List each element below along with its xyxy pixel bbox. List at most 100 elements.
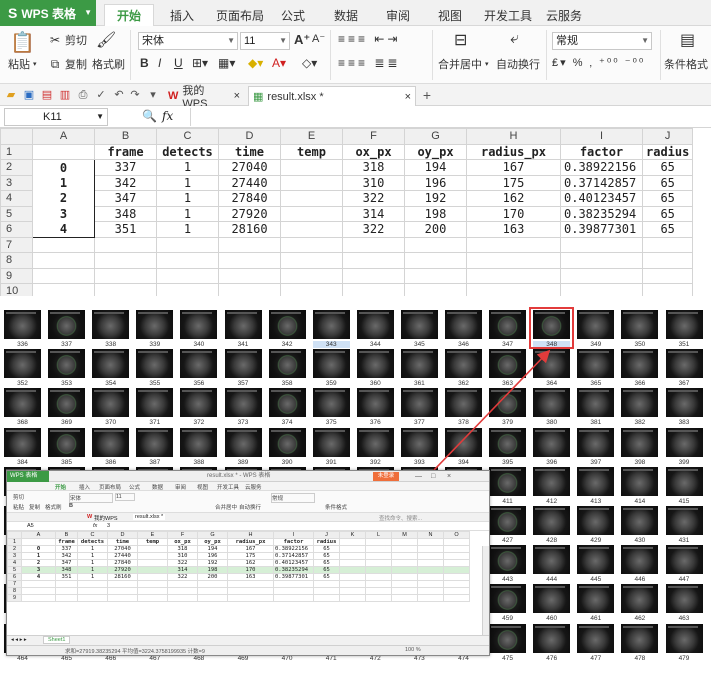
mini-ribbon: 剪切 粘贴 复制 格式刷 宋体 11 B 合并居中 自动换行 常规 条件格式 [7,491,489,513]
mini-row-header: 4 [7,559,22,567]
mini-table-row: 4 2 347 1 27840 322 192 162 0.40123457 65 [7,559,470,567]
mini-conditional-format: 条件格式 [325,505,348,511]
mini-table-row: 3 1 342 1 27440 310 196 175 0.37142857 65 [7,552,470,560]
mini-col-header: K [339,531,366,539]
mini-table-row: 6 4 351 1 28160 322 200 163 0.39877301 65 [7,573,470,581]
mini-col-header: E [137,531,168,539]
mini-search-hint: 查找命令、搜索... [379,516,423,522]
mini-vertical-scrollbar [482,546,489,636]
mini-cell: frame [55,538,78,546]
mini-cell: 1 [77,573,108,581]
mini-cell: 347 [55,559,78,567]
mini-cell: 163 [227,573,274,581]
mini-tab-cloud: 云服务 [245,485,262,491]
mini-cell: temp [137,538,168,546]
mini-table-row: 8 [7,587,470,595]
mini-col-header: G [197,531,228,539]
mini-col-header: I [273,531,314,539]
mini-number-format: 常规 [271,493,315,503]
mini-col-header: N [417,531,444,539]
mini-title-bar: WPS 表格 result.xlsx * - WPS 表格 未登录 — □ × [7,471,489,482]
mini-table-row: 7 [7,580,470,588]
mini-name-box: A5 [27,523,34,529]
mini-corner [7,531,22,539]
mini-window-title: result.xlsx * - WPS 表格 [207,473,271,479]
mini-font-name: 宋体 [69,493,113,503]
mini-tab-view: 视图 [197,485,209,491]
mini-cell: radius [313,538,340,546]
mini-cell: 65 [313,559,340,567]
mini-cell: 65 [313,545,340,553]
mini-cut: 剪切 [13,495,25,501]
mini-cell: 322 [167,573,198,581]
mini-cell: 167 [227,545,274,553]
mini-tab-page-layout: 页面布局 [99,485,122,491]
mini-cell: 27920 [107,566,138,574]
mini-col-header: D [107,531,138,539]
mini-cell: radius_px [227,538,274,546]
mini-menu-bar: 开始 插入 页面布局 公式 数据 审阅 视图 开发工具 云服务 [7,482,489,491]
mini-fx: fx [93,523,98,529]
mini-column-header-row: ABCDEFGHIJKLMNO [7,531,470,539]
mini-cell: 170 [227,566,274,574]
mini-cell: 2 [21,559,56,567]
mini-cell: 0.40123457 [273,559,314,567]
mini-tab-insert: 插入 [79,485,91,491]
mini-status-text: 求和=27919.38235294 平均值=3224.3758199935 计数… [65,649,205,655]
mini-formula-value: 3 [107,523,111,529]
mini-cell: 351 [55,573,78,581]
mini-cell: 194 [197,545,228,553]
mini-cell: 0.38922156 [273,545,314,553]
mini-bold: B [69,503,73,509]
mini-cell: 1 [21,552,56,560]
mini-cell: 1 [77,566,108,574]
mini-row-header: 7 [7,580,22,588]
mini-doc-tab-mywps: 我的WPS [94,516,118,522]
mini-table-row: 9 [7,594,470,602]
mini-cell: 337 [55,545,78,553]
mini-zoom: 100 % [405,647,421,653]
mini-wrap: 自动换行 [239,505,262,511]
mini-cell: 348 [55,566,78,574]
mini-cell: 3 [21,566,56,574]
mini-cell: 322 [167,559,198,567]
mini-col-header: A [21,531,56,539]
mini-table-row-selected: 5 3 348 1 27920 314 198 170 0.38235294 65 [7,566,470,574]
mini-doc-tabs: W 我的WPS result.xlsx * 查找命令、搜索... [7,513,489,522]
mini-col-header: H [227,531,274,539]
mini-copy: 复制 [29,505,41,511]
mini-col-header: L [365,531,392,539]
mini-cell: 0 [21,545,56,553]
mini-cell: oy_px [197,538,228,546]
mini-sheet-tab-bar: ◂ ◂ ▸ ▸ Sheet1 [7,635,489,645]
mini-cell: 314 [167,566,198,574]
mini-col-header: O [443,531,470,539]
mini-app-button: WPS 表格 [7,471,49,482]
mini-row-header: 3 [7,552,22,560]
mini-row-header: 1 [7,538,22,546]
mini-cell: 175 [227,552,274,560]
mini-cell: 27040 [107,545,138,553]
mini-cell [21,538,56,546]
mini-cell: 1 [77,559,108,567]
mini-cell: 65 [313,573,340,581]
mini-paste: 粘贴 [13,505,25,511]
minimize-icon: — [415,473,422,480]
mini-cell: 198 [197,566,228,574]
mini-sheet-table: ABCDEFGHIJKLMNO 1 frame detects time temp ox_… [7,531,470,602]
mini-login-badge: 未登录 [373,472,399,481]
mini-tab-review: 审阅 [175,485,187,491]
mini-col-header: C [77,531,108,539]
mini-col-header: J [313,531,340,539]
mini-cell: 200 [197,573,228,581]
mini-col-header: M [391,531,418,539]
mini-row-header: 9 [7,594,22,602]
mini-table-row: 2 0 337 1 27040 318 194 167 0.38922156 65 [7,545,470,553]
mini-cell: 0.39877301 [273,573,314,581]
mini-wps-w-icon: W [87,514,93,520]
mini-cell: detects [77,538,108,546]
mini-cell: 162 [227,559,274,567]
mini-cell: 0.38235294 [273,566,314,574]
mini-cell: ox_px [167,538,198,546]
mini-cell: factor [273,538,314,546]
